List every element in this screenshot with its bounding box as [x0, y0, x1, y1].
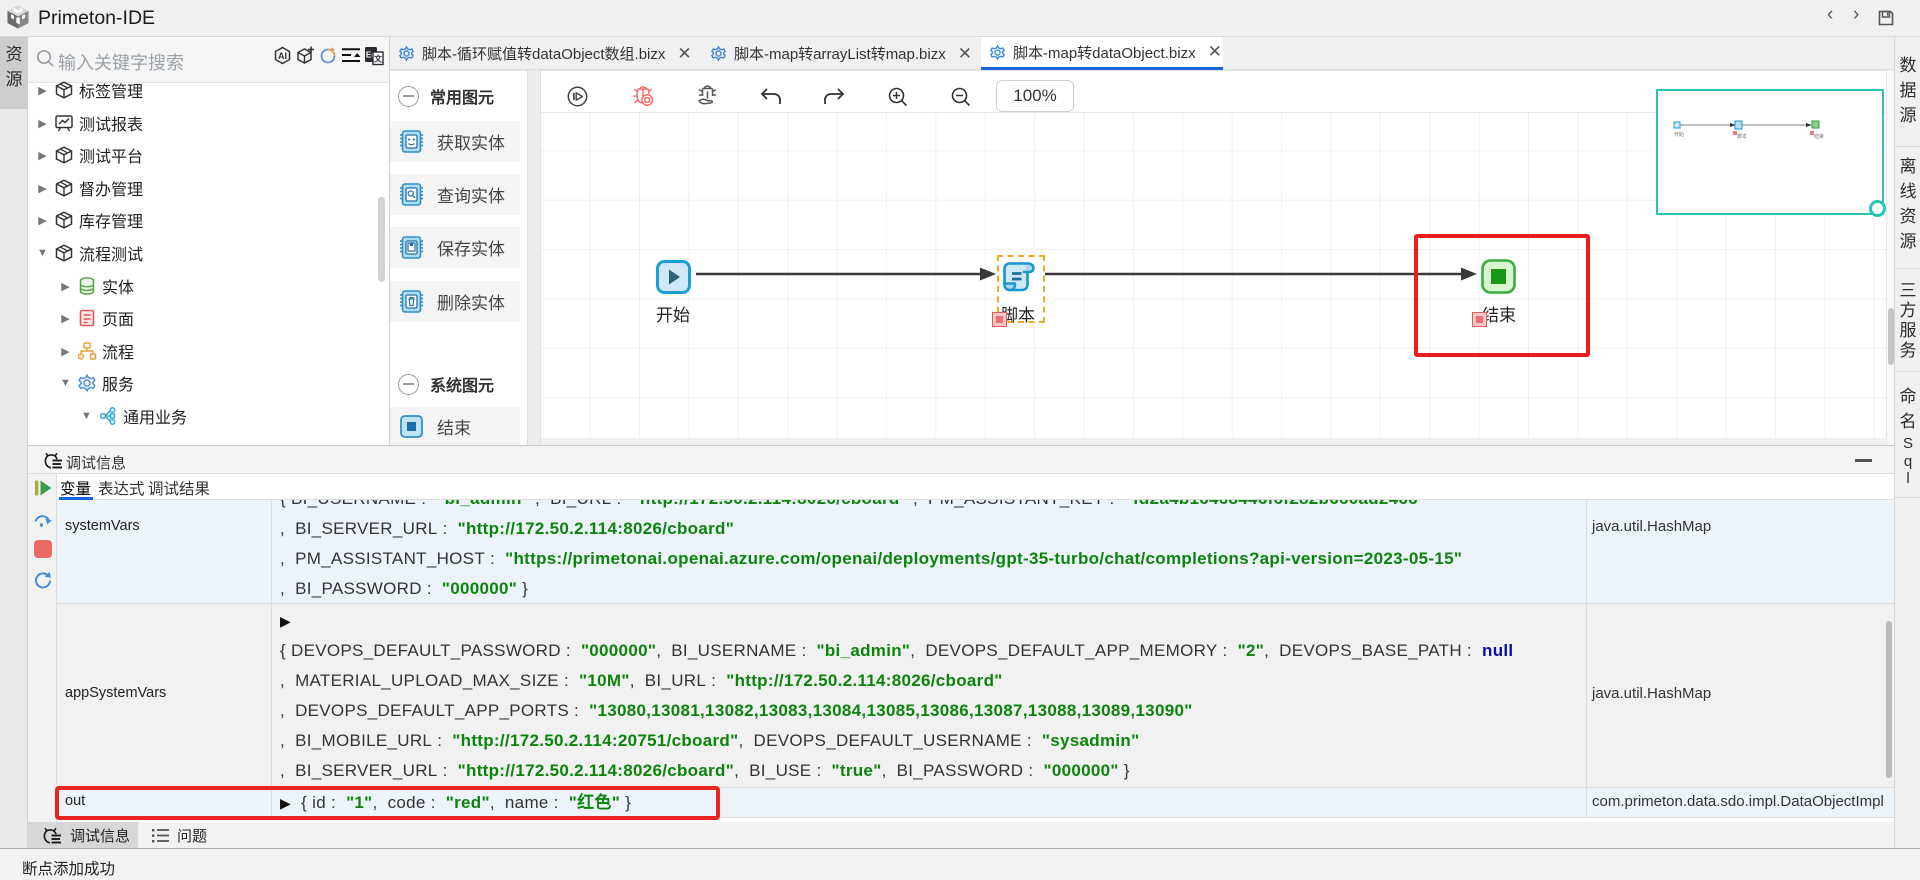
svg-text:AI: AI: [278, 51, 287, 61]
svg-text:脚本: 脚本: [1737, 133, 1747, 140]
svg-text:文: 文: [374, 54, 383, 64]
svg-text:结束: 结束: [1814, 133, 1824, 140]
svg-text:开始: 开始: [1674, 131, 1684, 138]
